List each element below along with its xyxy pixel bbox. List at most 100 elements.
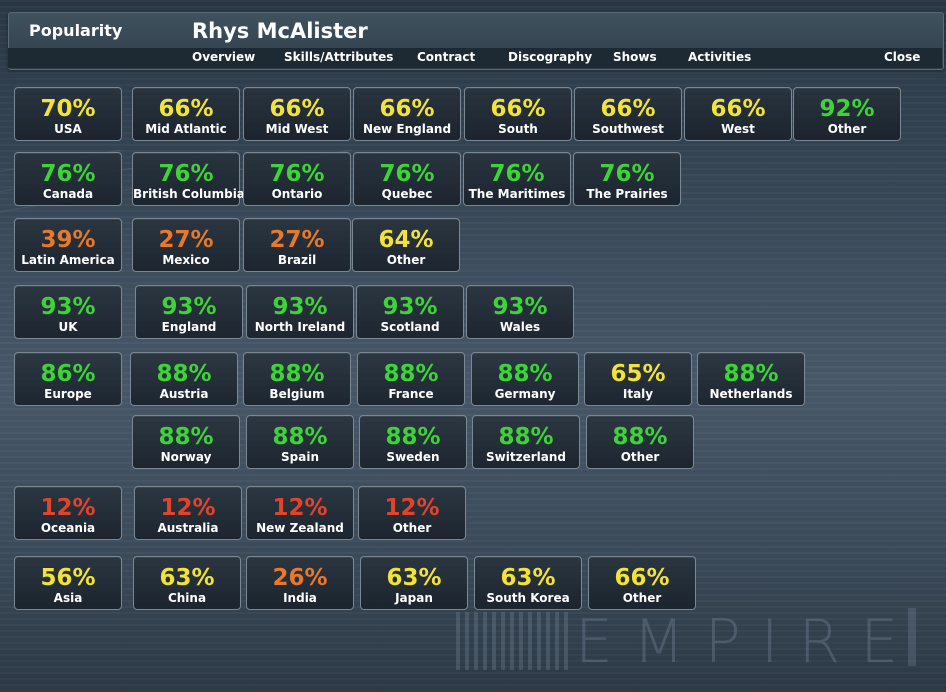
region-tile-canada-2: 76% Ontario [243, 152, 351, 206]
region-label: China [167, 591, 207, 605]
nav-skills-attributes[interactable]: Skills/Attributes [284, 50, 393, 64]
region-label: Sweden [386, 450, 440, 464]
popularity-percent: 63% [386, 565, 442, 591]
region-tile-europe-8: 88% Spain [246, 415, 354, 469]
region-label: Other [827, 122, 867, 136]
region-label: Norway [160, 450, 212, 464]
region-tile-asia-0: 56% Asia [14, 556, 122, 610]
region-tile-europe-10: 88% Switzerland [472, 415, 580, 469]
region-label: Germany [494, 387, 556, 401]
region-tile-asia-3: 63% Japan [360, 556, 468, 610]
nav-contract[interactable]: Contract [417, 50, 475, 64]
region-label: Japan [395, 591, 433, 605]
region-label: France [388, 387, 434, 401]
popularity-percent: 88% [269, 361, 325, 387]
region-tile-uk-3: 93% Scotland [356, 285, 464, 339]
region-label: Oceania [40, 521, 96, 535]
popularity-percent: 93% [40, 294, 96, 320]
region-label: New England [362, 122, 452, 136]
popularity-percent: 76% [379, 161, 435, 187]
region-tile-europe-9: 88% Sweden [359, 415, 467, 469]
region-label: South Korea [486, 591, 570, 605]
region-tile-latin-america-0: 39% Latin America [14, 218, 122, 272]
popularity-percent: 66% [379, 96, 435, 122]
watermark-bars [456, 612, 568, 670]
region-label: UK [58, 320, 78, 334]
popularity-percent: 88% [612, 424, 668, 450]
popularity-percent: 65% [610, 361, 666, 387]
section-title: Popularity [29, 21, 123, 40]
popularity-percent: 88% [272, 424, 328, 450]
region-tile-usa-7: 92% Other [793, 87, 901, 141]
nav-discography[interactable]: Discography [508, 50, 592, 64]
nav-activities[interactable]: Activities [688, 50, 751, 64]
region-tile-oceania-3: 12% Other [358, 486, 466, 540]
region-tile-asia-2: 26% India [246, 556, 354, 610]
popularity-percent: 27% [158, 227, 214, 253]
popularity-percent: 76% [269, 161, 325, 187]
popularity-percent: 76% [599, 161, 655, 187]
region-label: Austria [159, 387, 209, 401]
region-tile-europe-1: 88% Austria [130, 352, 238, 406]
popularity-percent: 66% [269, 96, 325, 122]
region-tile-usa-0: 70% USA [14, 87, 122, 141]
region-tile-europe-0: 86% Europe [14, 352, 122, 406]
region-tile-uk-4: 93% Wales [466, 285, 574, 339]
region-tile-oceania-2: 12% New Zealand [246, 486, 354, 540]
region-label: The Prairies [586, 187, 668, 201]
region-label: Other [620, 450, 660, 464]
region-tile-europe-11: 88% Other [586, 415, 694, 469]
region-tile-latin-america-3: 64% Other [352, 218, 460, 272]
popularity-percent: 12% [384, 495, 440, 521]
popularity-percent: 88% [723, 361, 779, 387]
region-tile-asia-4: 63% South Korea [474, 556, 582, 610]
popularity-percent: 56% [40, 565, 96, 591]
popularity-percent: 88% [385, 424, 441, 450]
popularity-percent: 66% [600, 96, 656, 122]
region-tile-usa-4: 66% South [464, 87, 572, 141]
popularity-percent: 12% [40, 495, 96, 521]
popularity-percent: 12% [160, 495, 216, 521]
region-label: Latin America [21, 253, 115, 267]
region-tile-canada-0: 76% Canada [14, 152, 122, 206]
region-label: Australia [157, 521, 219, 535]
region-label: Other [392, 521, 432, 535]
nav-overview[interactable]: Overview [192, 50, 255, 64]
popularity-percent: 66% [614, 565, 670, 591]
region-tile-europe-3: 88% France [357, 352, 465, 406]
region-tile-europe-7: 88% Norway [132, 415, 240, 469]
region-tile-canada-5: 76% The Prairies [573, 152, 681, 206]
region-tile-oceania-1: 12% Australia [134, 486, 242, 540]
popularity-percent: 88% [497, 361, 553, 387]
popularity-percent: 12% [272, 495, 328, 521]
popularity-percent: 76% [40, 161, 96, 187]
region-label: Wales [499, 320, 541, 334]
region-label: Ontario [271, 187, 323, 201]
region-label: North Ireland [254, 320, 346, 334]
region-tile-latin-america-2: 27% Brazil [243, 218, 351, 272]
region-tile-uk-1: 93% England [135, 285, 243, 339]
region-tile-asia-1: 63% China [133, 556, 241, 610]
region-label: Mid West [265, 122, 329, 136]
popularity-percent: 27% [269, 227, 325, 253]
region-label: Other [622, 591, 662, 605]
region-label: Europe [44, 387, 92, 401]
region-label: Quebec [381, 187, 433, 201]
popularity-percent: 63% [500, 565, 556, 591]
popularity-percent: 63% [159, 565, 215, 591]
popularity-percent: 93% [492, 294, 548, 320]
popularity-percent: 93% [382, 294, 438, 320]
region-label: Switzerland [486, 450, 566, 464]
nav-shows[interactable]: Shows [613, 50, 657, 64]
artist-name: Rhys McAlister [192, 19, 368, 43]
close-button[interactable]: Close [884, 50, 920, 64]
region-label: England [161, 320, 217, 334]
region-label: New Zealand [256, 521, 344, 535]
region-label: USA [54, 122, 82, 136]
region-tile-oceania-0: 12% Oceania [14, 486, 122, 540]
region-tile-canada-3: 76% Quebec [353, 152, 461, 206]
region-label: Scotland [380, 320, 440, 334]
region-label: Brazil [277, 253, 317, 267]
region-label: West [721, 122, 755, 136]
popularity-percent: 76% [489, 161, 545, 187]
